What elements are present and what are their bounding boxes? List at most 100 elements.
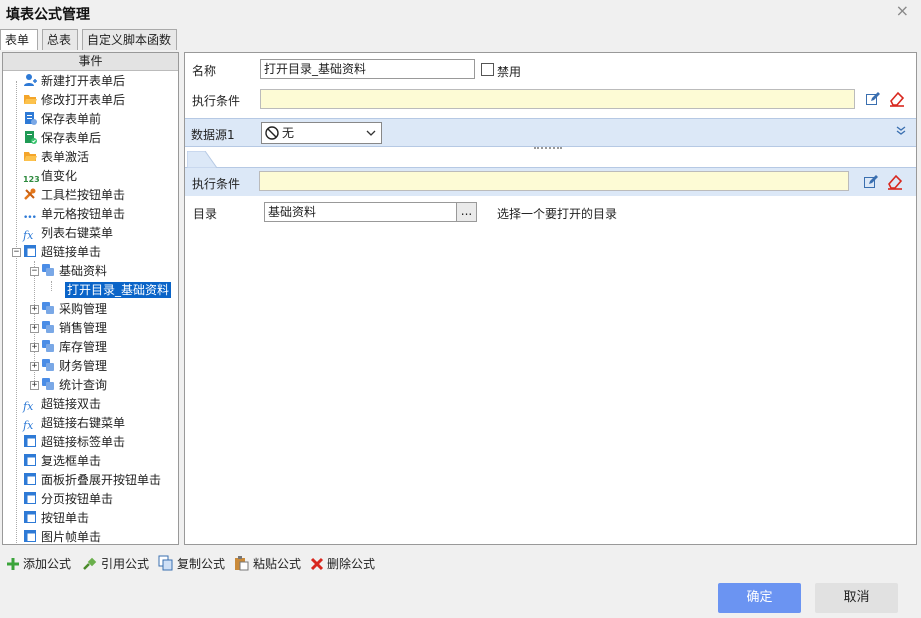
expand-toggle[interactable]: +	[30, 305, 39, 314]
catalog-input[interactable]: 基础资料	[264, 202, 457, 222]
doc-gear-icon	[25, 112, 37, 125]
action-tab[interactable]	[187, 151, 217, 169]
doc-check-icon	[25, 131, 37, 144]
ok-button[interactable]: 确定	[718, 583, 801, 613]
copy-icon	[158, 555, 173, 571]
edit-icon[interactable]	[865, 91, 881, 107]
window-title: 填表公式管理	[6, 7, 90, 23]
title-bar: 填表公式管理 ×	[0, 0, 921, 28]
browse-button[interactable]: ...	[456, 202, 477, 222]
expand-toggle[interactable]: +	[30, 381, 39, 390]
paste-icon	[235, 556, 249, 571]
window-icon	[24, 454, 36, 466]
tree-item[interactable]: 超链接标签单击	[23, 433, 125, 452]
tree-item[interactable]: fx 超链接双击	[23, 395, 101, 414]
link-cube-icon	[42, 264, 54, 276]
link-cube-icon	[42, 340, 54, 352]
tree-item[interactable]: 新建打开表单后	[23, 72, 125, 91]
paste-formula-button[interactable]: 粘贴公式	[234, 554, 301, 574]
tab-summary[interactable]: 总表	[42, 29, 78, 50]
plus-icon	[7, 558, 19, 570]
link-cube-icon	[42, 378, 54, 390]
cancel-button[interactable]: 取消	[815, 583, 898, 613]
disable-label: 禁用	[497, 65, 522, 79]
delete-formula-button[interactable]: 删除公式	[310, 554, 375, 574]
tree-item[interactable]: 保存表单前	[23, 110, 101, 129]
datasource-bar: 数据源1 无	[185, 118, 916, 147]
tree-item[interactable]: 保存表单后	[23, 129, 101, 148]
datasource-label: 数据源1	[191, 128, 235, 142]
eraser-icon[interactable]	[888, 90, 906, 107]
tree-item[interactable]: 财务管理	[41, 357, 107, 376]
copy-formula-button[interactable]: 复制公式	[158, 554, 225, 574]
tab-form[interactable]: 表单	[0, 29, 38, 50]
datasource-select[interactable]: 无	[261, 122, 382, 144]
fx-icon: fx	[23, 419, 34, 432]
tree-item[interactable]: 库存管理	[41, 338, 107, 357]
disable-checkbox[interactable]	[481, 63, 494, 76]
condition-label: 执行条件	[192, 94, 241, 108]
user-add-icon	[24, 74, 37, 86]
window-icon	[24, 245, 36, 257]
tree-item[interactable]: fx 超链接右键菜单	[23, 414, 125, 433]
splitter-handle[interactable]	[534, 147, 562, 150]
catalog-label: 目录	[193, 207, 218, 221]
condition-input[interactable]	[260, 89, 855, 109]
tree-item[interactable]: 按钮单击	[23, 509, 89, 528]
delete-x-icon	[310, 557, 324, 571]
expand-toggle[interactable]: +	[30, 362, 39, 371]
no-entry-icon	[265, 126, 279, 140]
fx-icon: fx	[23, 400, 34, 413]
add-formula-button[interactable]: 添加公式	[6, 554, 71, 574]
number-icon: 123	[23, 175, 40, 184]
name-label: 名称	[192, 64, 217, 78]
eraser-icon[interactable]	[886, 173, 904, 190]
expand-toggle[interactable]: +	[30, 343, 39, 352]
link-cube-icon	[42, 302, 54, 314]
dots-icon: •••	[23, 213, 37, 223]
tree-item[interactable]: 分页按钮单击	[23, 490, 113, 509]
event-tree-panel: 事件 − − + + + + + 新建打开表单后 修改打开表单后 保存表单前 保…	[2, 52, 179, 545]
window-icon	[24, 511, 36, 523]
tree-item[interactable]: 销售管理	[41, 319, 107, 338]
action-condition-input[interactable]	[259, 171, 849, 191]
tab-custom-script[interactable]: 自定义脚本函数	[82, 29, 177, 50]
window-icon	[24, 473, 36, 485]
tree-item[interactable]: 面板折叠展开按钮单击	[23, 471, 161, 490]
link-cube-icon	[42, 321, 54, 333]
tree-item[interactable]: 图片帧单击	[23, 528, 101, 544]
catalog-hint: 选择一个要打开的目录	[497, 207, 618, 221]
name-input[interactable]: 打开目录_基础资料	[260, 59, 475, 79]
tree-item-selected[interactable]: 打开目录_基础资料	[65, 281, 172, 300]
edit-icon[interactable]	[863, 174, 879, 190]
action-condition-label: 执行条件	[192, 177, 241, 191]
tree-item[interactable]: 工具栏按钮单击	[23, 186, 125, 205]
collapse-toggle[interactable]: −	[12, 248, 21, 257]
double-chevron-down-icon[interactable]	[896, 126, 906, 136]
tree-item[interactable]: ••• 单元格按钮单击	[23, 205, 125, 224]
collapse-toggle[interactable]: −	[30, 267, 39, 276]
tree-item[interactable]: 统计查询	[41, 376, 107, 395]
window-icon	[24, 530, 36, 542]
tree-item[interactable]: 表单激活	[23, 148, 89, 167]
tree-item[interactable]: 采购管理	[41, 300, 107, 319]
tree-item[interactable]: 超链接单击	[23, 243, 101, 262]
tree-item[interactable]: 复选框单击	[23, 452, 101, 471]
expand-toggle[interactable]: +	[30, 324, 39, 333]
window-icon	[24, 435, 36, 447]
chevron-down-icon	[366, 130, 376, 136]
link-cube-icon	[42, 359, 54, 371]
folder-open-icon	[24, 152, 37, 161]
tree-line	[51, 281, 52, 291]
tree-item[interactable]: fx 列表右键菜单	[23, 224, 113, 243]
tree-item[interactable]: 基础资料	[41, 262, 107, 281]
folder-open-icon	[24, 95, 37, 104]
ref-formula-button[interactable]: 引用公式	[82, 554, 149, 574]
tree-item[interactable]: 123值变化	[23, 167, 77, 186]
tree-item[interactable]: 修改打开表单后	[23, 91, 125, 110]
window-icon	[24, 492, 36, 504]
events-header: 事件	[3, 53, 178, 71]
close-icon[interactable]: ×	[896, 1, 909, 20]
plug-icon	[83, 557, 97, 570]
action-tab-strip	[185, 151, 916, 169]
